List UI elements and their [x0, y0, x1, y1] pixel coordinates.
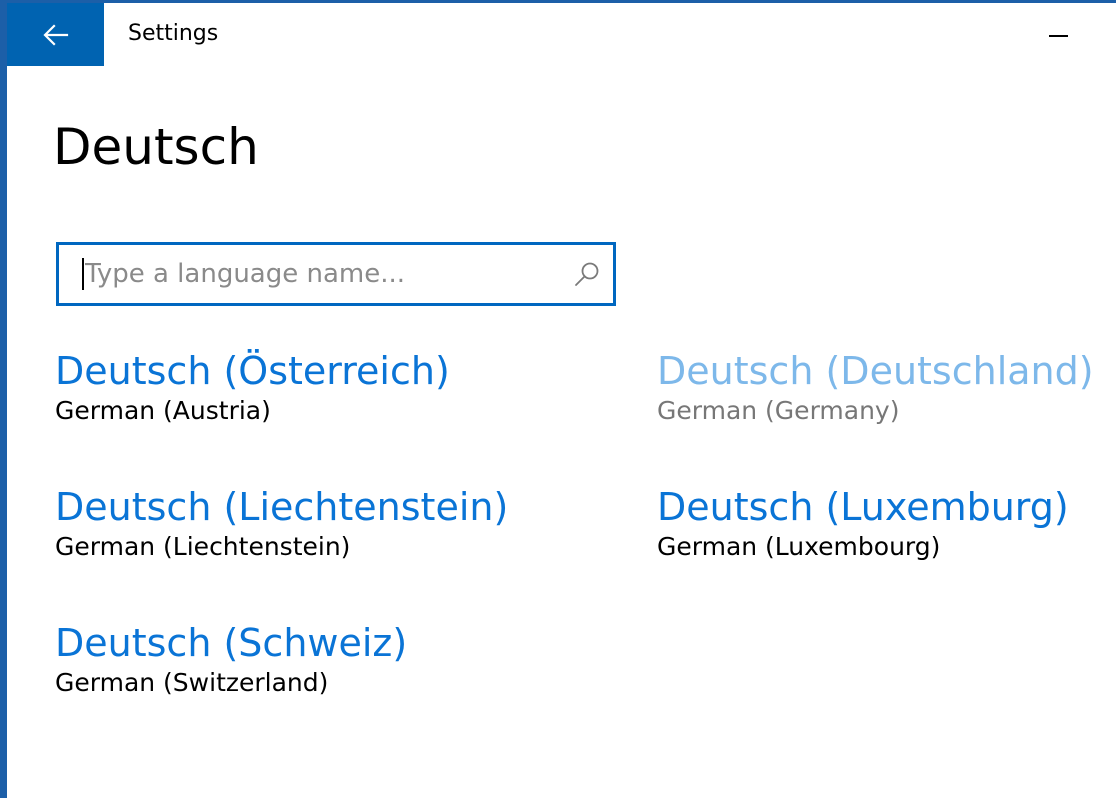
search-input[interactable] [85, 253, 565, 295]
language-english-name: German (Luxembourg) [657, 532, 941, 561]
text-caret [82, 258, 84, 290]
title-bar: Settings [7, 3, 1116, 66]
language-item-austria[interactable]: Deutsch (Österreich) German (Austria) [55, 349, 450, 427]
back-arrow-icon [42, 23, 68, 46]
language-item-switzerland[interactable]: Deutsch (Schweiz) German (Switzerland) [55, 621, 407, 699]
page-title: Deutsch [53, 118, 259, 176]
back-button[interactable] [7, 3, 104, 66]
language-native-name: Deutsch (Österreich) [55, 349, 450, 393]
minimize-icon [1048, 35, 1068, 37]
language-english-name: German (Austria) [55, 396, 271, 425]
language-item-germany: Deutsch (Deutschland) German (Germany) [657, 349, 1094, 427]
language-native-name: Deutsch (Liechtenstein) [55, 485, 509, 529]
language-english-name: German (Liechtenstein) [55, 532, 351, 561]
language-item-luxembourg[interactable]: Deutsch (Luxemburg) German (Luxembourg) [657, 485, 1069, 563]
search-box[interactable] [56, 242, 616, 306]
language-native-name: Deutsch (Luxemburg) [657, 485, 1069, 529]
language-english-name: German (Switzerland) [55, 668, 329, 697]
window-title: Settings [128, 21, 219, 46]
language-native-name: Deutsch (Schweiz) [55, 621, 408, 665]
settings-window: Settings Deutsch Deutsch (Österreich) Ge… [0, 0, 1116, 798]
minimize-button[interactable] [1040, 21, 1076, 51]
search-icon[interactable] [573, 260, 601, 288]
language-item-liechtenstein[interactable]: Deutsch (Liechtenstein) German (Liechten… [55, 485, 508, 563]
language-english-name: German (Germany) [657, 396, 900, 425]
language-native-name: Deutsch (Deutschland) [657, 349, 1094, 393]
